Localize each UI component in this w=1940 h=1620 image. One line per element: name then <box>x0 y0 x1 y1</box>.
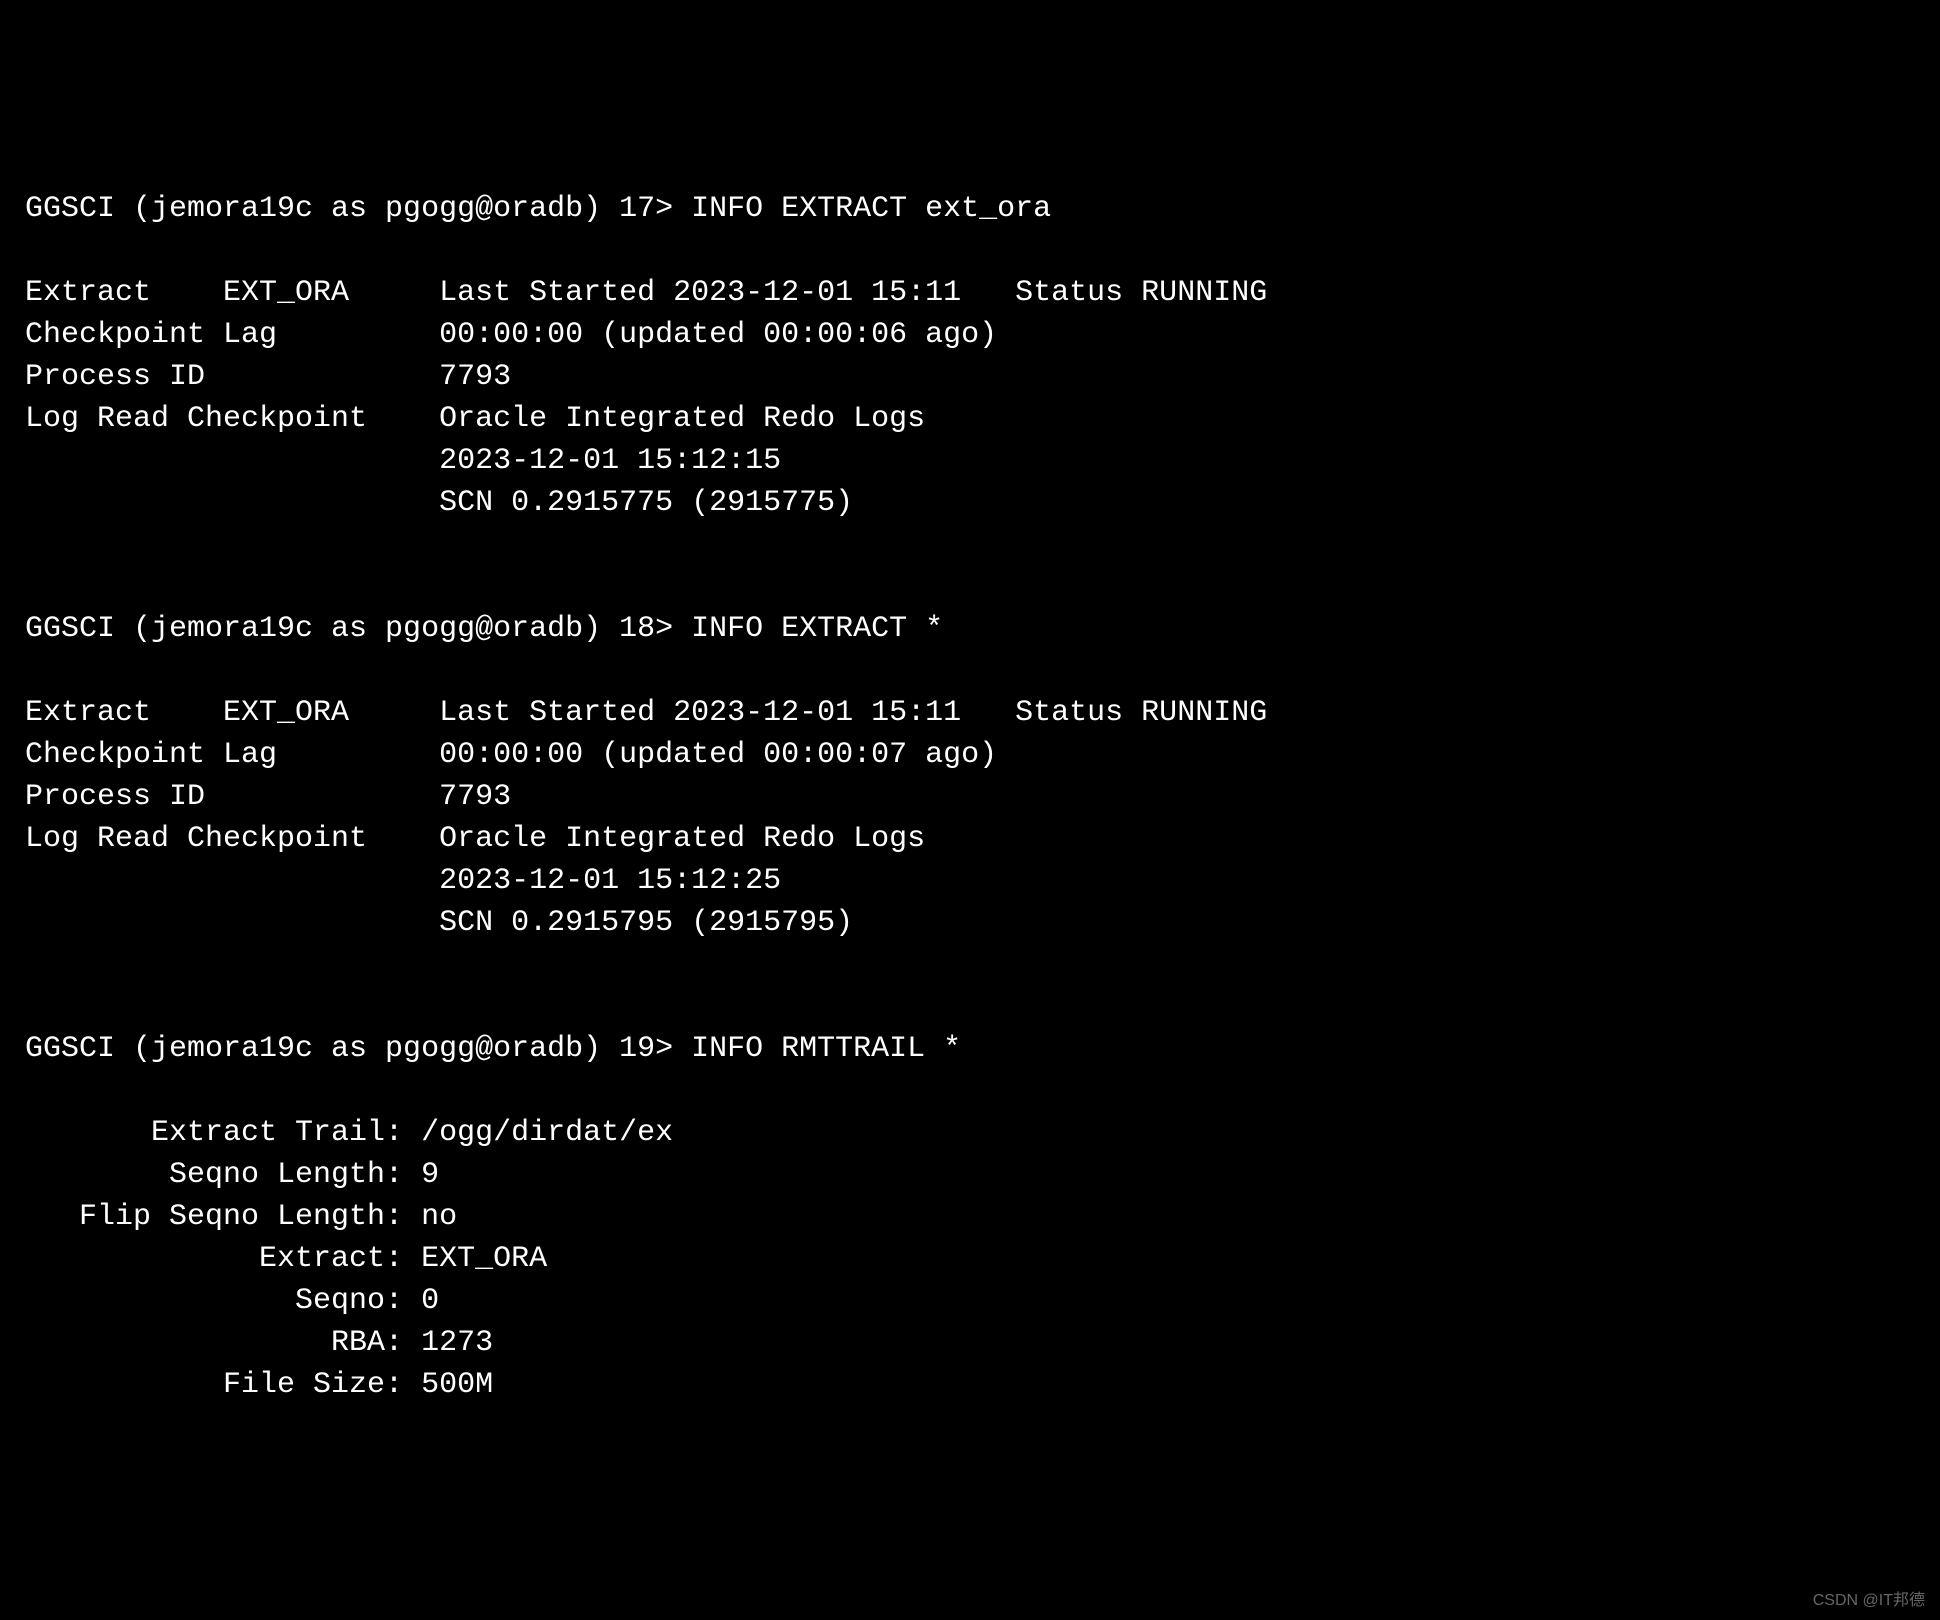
terminal-command[interactable]: INFO RMTTRAIL * <box>691 1032 961 1066</box>
output-line-checkpoint-lag: Checkpoint Lag 00:00:00 (updated 00:00:0… <box>25 738 997 772</box>
output-line-extract-status: Extract EXT_ORA Last Started 2023-12-01 … <box>25 276 1267 310</box>
output-line-file-size: File Size: 500M <box>25 1368 493 1402</box>
output-line-extract-status: Extract EXT_ORA Last Started 2023-12-01 … <box>25 696 1267 730</box>
output-line-scn: SCN 0.2915795 (2915795) <box>25 906 853 940</box>
output-line-seqno: Seqno: 0 <box>25 1284 439 1318</box>
output-line-seqno-length: Seqno Length: 9 <box>25 1158 439 1192</box>
output-line-timestamp: 2023-12-01 15:12:15 <box>25 444 781 478</box>
output-line-flip-seqno-length: Flip Seqno Length: no <box>25 1200 457 1234</box>
output-line-log-read-checkpoint: Log Read Checkpoint Oracle Integrated Re… <box>25 822 925 856</box>
output-line-process-id: Process ID 7793 <box>25 360 511 394</box>
output-line-checkpoint-lag: Checkpoint Lag 00:00:00 (updated 00:00:0… <box>25 318 997 352</box>
terminal-prompt: GGSCI (jemora19c as pgogg@oradb) 19> <box>25 1032 691 1066</box>
output-line-log-read-checkpoint: Log Read Checkpoint Oracle Integrated Re… <box>25 402 925 436</box>
output-line-scn: SCN 0.2915775 (2915775) <box>25 486 853 520</box>
output-line-process-id: Process ID 7793 <box>25 780 511 814</box>
terminal-command[interactable]: INFO EXTRACT ext_ora <box>691 192 1051 226</box>
terminal-command[interactable]: INFO EXTRACT * <box>691 612 943 646</box>
output-line-rba: RBA: 1273 <box>25 1326 493 1360</box>
terminal-prompt: GGSCI (jemora19c as pgogg@oradb) 18> <box>25 612 691 646</box>
output-line-extract-trail: Extract Trail: /ogg/dirdat/ex <box>25 1116 673 1150</box>
output-line-timestamp: 2023-12-01 15:12:25 <box>25 864 781 898</box>
output-line-extract: Extract: EXT_ORA <box>25 1242 547 1276</box>
terminal-prompt: GGSCI (jemora19c as pgogg@oradb) 17> <box>25 192 691 226</box>
watermark-text: CSDN @IT邦德 <box>1813 1590 1925 1612</box>
